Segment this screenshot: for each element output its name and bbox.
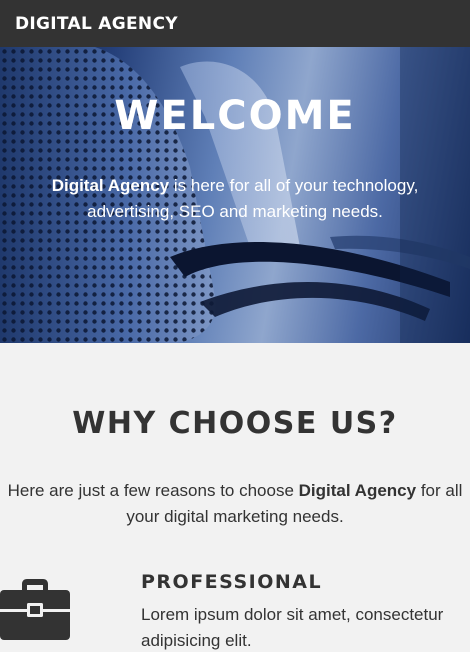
hero-banner: WELCOME Digital Agency is here for all o… — [0, 47, 470, 343]
feature-text-professional: Lorem ipsum dolor sit amet, consectetur … — [141, 605, 444, 650]
briefcase-icon — [0, 578, 72, 645]
hero-title: WELCOME — [114, 93, 356, 139]
why-choose-us-title: WHY CHOOSE US? — [72, 406, 398, 441]
feature-title-professional: PROFESSIONAL — [141, 571, 323, 593]
hero-tagline: Digital Agency is here for all of your t… — [20, 173, 450, 225]
why-text-before: Here are just a few reasons to choose — [7, 481, 299, 500]
brand-logo-link[interactable]: DIGITAL AGENCY — [15, 14, 178, 34]
why-choose-us-text: Here are just a few reasons to choose Di… — [0, 478, 470, 530]
navbar: DIGITAL AGENCY — [0, 0, 470, 47]
why-text-brand: Digital Agency — [298, 481, 417, 500]
hero-tagline-brand: Digital Agency — [51, 176, 170, 195]
